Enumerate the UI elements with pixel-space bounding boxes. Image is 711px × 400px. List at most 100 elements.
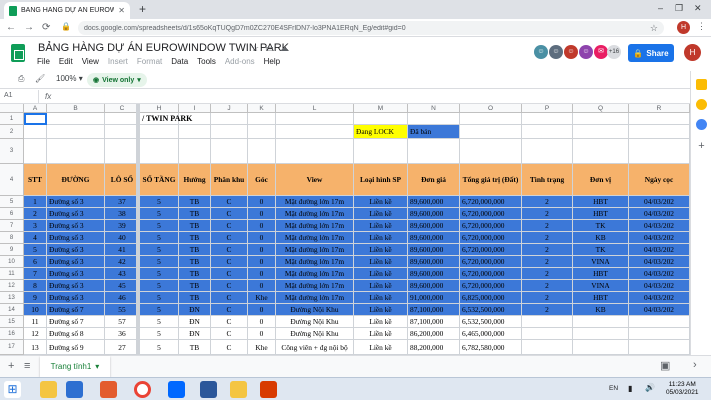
grid-cell[interactable]: HBT: [573, 268, 629, 280]
grid-cell[interactable]: Liền kề: [354, 196, 408, 208]
grid-cell[interactable]: 45: [105, 280, 140, 292]
formula-input[interactable]: fx: [38, 90, 51, 104]
collaborator-avatar[interactable]: ☺: [564, 45, 578, 59]
grid-cell[interactable]: C: [211, 256, 248, 268]
grid-cell[interactable]: 13: [24, 340, 47, 355]
row-header[interactable]: 15: [0, 316, 24, 328]
column-header[interactable]: K: [248, 104, 276, 113]
grid-cell[interactable]: 0: [248, 316, 276, 328]
grid-cell[interactable]: [629, 125, 690, 139]
grid-cell[interactable]: 0: [248, 256, 276, 268]
grid-cell[interactable]: Đường số 3: [47, 220, 105, 232]
menu-item[interactable]: Format: [137, 57, 162, 66]
paint-format-icon[interactable]: 🖌: [35, 74, 45, 83]
media-player-icon[interactable]: [100, 381, 117, 398]
grid-cell[interactable]: ĐN: [179, 316, 211, 328]
grid-cell[interactable]: 6,465,000,000: [460, 328, 522, 340]
grid-cell[interactable]: C: [211, 340, 248, 355]
grid-cell[interactable]: HBT: [573, 196, 629, 208]
grid-cell[interactable]: 1: [24, 196, 47, 208]
grid-cell[interactable]: Liền kề: [354, 244, 408, 256]
grid-cell[interactable]: Khe: [248, 340, 276, 355]
grid-cell[interactable]: 41: [105, 244, 140, 256]
grid-cell[interactable]: Đường số 3: [47, 196, 105, 208]
grid-cell[interactable]: VINA: [573, 280, 629, 292]
grid-cell[interactable]: Đường số 3: [47, 232, 105, 244]
column-title[interactable]: Tình trạng: [522, 164, 573, 196]
grid-cell[interactable]: TK: [573, 244, 629, 256]
column-header[interactable]: A: [24, 104, 47, 113]
grid-cell[interactable]: 04/03/202: [629, 268, 690, 280]
browser-profile-avatar[interactable]: H: [677, 21, 690, 34]
calendar-icon[interactable]: [696, 79, 707, 90]
grid-cell[interactable]: 0: [248, 280, 276, 292]
grid-cell[interactable]: 2: [24, 208, 47, 220]
print-icon[interactable]: ⎙: [18, 74, 24, 84]
grid-cell[interactable]: 27: [105, 340, 140, 355]
grid-cell[interactable]: 9: [24, 292, 47, 304]
grid-cell[interactable]: C: [211, 304, 248, 316]
grid-cell[interactable]: Mặt đường lớn 17m: [276, 280, 354, 292]
grid-cell[interactable]: [629, 340, 690, 355]
view-only-button[interactable]: ◉ View only ▾: [87, 73, 147, 87]
grid-cell[interactable]: 89,600,000: [408, 196, 460, 208]
grid-cell[interactable]: 2: [522, 292, 573, 304]
url-bar[interactable]: docs.google.com/spreadsheets/d/1s65oKqTU…: [78, 21, 664, 35]
grid-cell[interactable]: C: [211, 244, 248, 256]
grid-cell[interactable]: [573, 125, 629, 139]
forward-icon[interactable]: →: [24, 22, 34, 33]
grid-cell[interactable]: Công viên + đg nội bộ: [276, 340, 354, 355]
grid-cell[interactable]: 5: [140, 268, 179, 280]
grid-cell[interactable]: [105, 125, 140, 139]
row-header[interactable]: 5: [0, 196, 24, 208]
grid-cell[interactable]: Liền kề: [354, 232, 408, 244]
grid-cell[interactable]: 2: [522, 268, 573, 280]
close-tab-icon[interactable]: ✕: [118, 6, 125, 15]
grid-cell[interactable]: 38: [105, 208, 140, 220]
grid-cell[interactable]: [248, 125, 276, 139]
grid-cell[interactable]: [105, 113, 140, 125]
maximize-icon[interactable]: ❐: [675, 3, 683, 14]
grid-cell[interactable]: 36: [105, 328, 140, 340]
grid-cell[interactable]: 89,600,000: [408, 280, 460, 292]
column-header[interactable]: R: [629, 104, 690, 113]
grid-cell[interactable]: [522, 328, 573, 340]
new-tab-icon[interactable]: +: [136, 3, 149, 16]
grid-cell[interactable]: TB: [179, 220, 211, 232]
grid-cell[interactable]: 6: [24, 256, 47, 268]
row-header[interactable]: 8: [0, 232, 24, 244]
grid-cell[interactable]: KB: [573, 232, 629, 244]
grid-cell[interactable]: [179, 139, 211, 164]
grid-cell[interactable]: 6,720,000,000: [460, 232, 522, 244]
grid-cell[interactable]: [573, 328, 629, 340]
grid-cell[interactable]: 57: [105, 316, 140, 328]
grid-cell[interactable]: [47, 125, 105, 139]
row-header[interactable]: 3: [0, 139, 24, 164]
account-avatar[interactable]: H: [684, 44, 701, 61]
grid-cell[interactable]: 6,532,500,000: [460, 304, 522, 316]
browser-menu-icon[interactable]: ⋮: [697, 21, 706, 32]
sheet-title-cell[interactable]: / TWIN PARK: [140, 113, 240, 125]
grid-cell[interactable]: Mặt đường lớn 17m: [276, 292, 354, 304]
grid-cell[interactable]: TB: [179, 280, 211, 292]
column-title[interactable]: Loại hình SP: [354, 164, 408, 196]
column-header[interactable]: B: [47, 104, 105, 113]
grid-cell[interactable]: 2: [522, 256, 573, 268]
grid-cell[interactable]: TB: [179, 256, 211, 268]
row-header[interactable]: 2: [0, 125, 24, 139]
grid-cell[interactable]: 04/03/202: [629, 196, 690, 208]
menu-item[interactable]: Insert: [108, 57, 128, 66]
grid-cell[interactable]: TB: [179, 292, 211, 304]
grid-cell[interactable]: [408, 139, 460, 164]
grid-cell[interactable]: [573, 340, 629, 355]
grid-cell[interactable]: 89,600,000: [408, 232, 460, 244]
row-header[interactable]: 14: [0, 304, 24, 316]
column-header[interactable]: I: [179, 104, 211, 113]
grid-cell[interactable]: 6,782,580,000: [460, 340, 522, 355]
grid-cell[interactable]: 04/03/202: [629, 304, 690, 316]
grid-cell[interactable]: 5: [140, 232, 179, 244]
grid-cell[interactable]: 43: [105, 268, 140, 280]
grid-cell[interactable]: C: [211, 268, 248, 280]
grid-cell[interactable]: TB: [179, 340, 211, 355]
grid-cell[interactable]: [248, 139, 276, 164]
